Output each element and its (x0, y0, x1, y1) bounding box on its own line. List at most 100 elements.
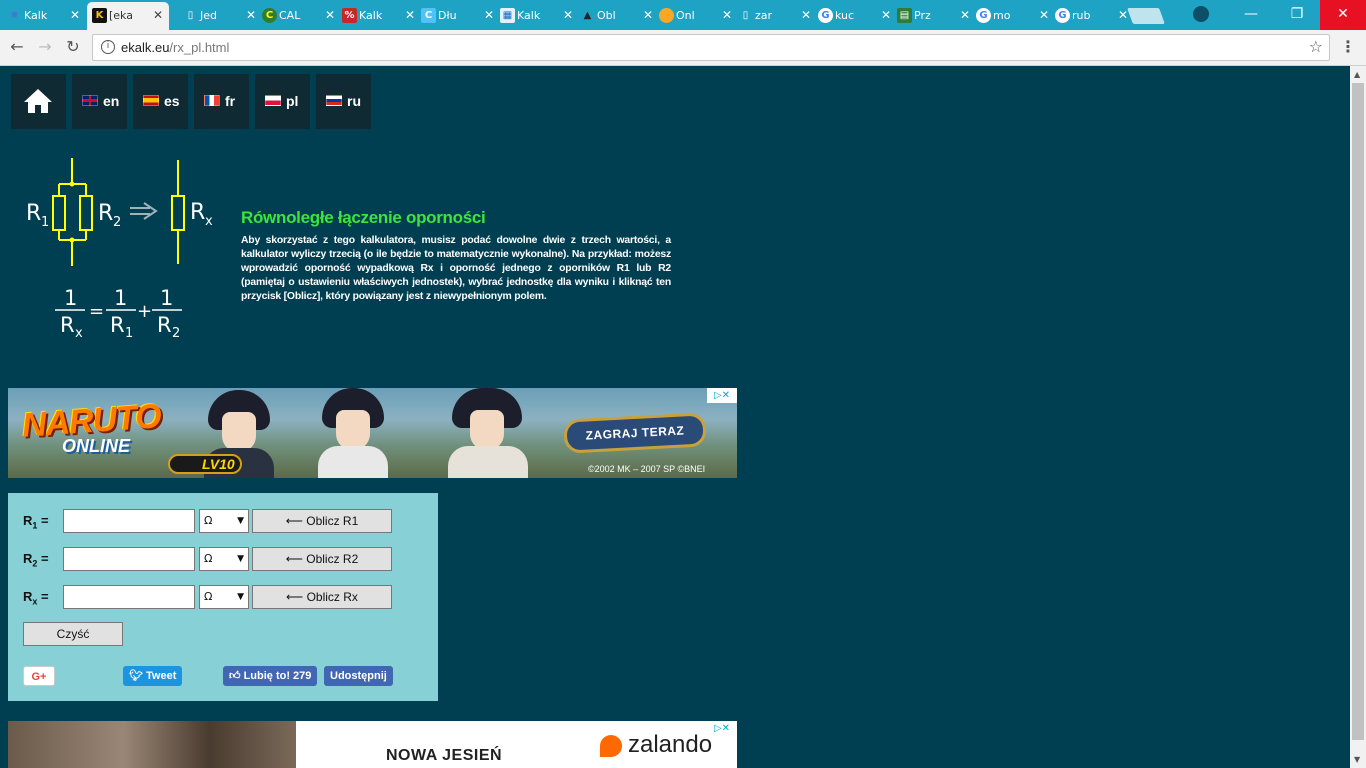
tweet-button[interactable]: 🐦︎ Tweet (123, 666, 183, 686)
dropdown-arrow-icon: ▼ (237, 592, 244, 602)
close-icon[interactable]: ✕ (960, 8, 970, 22)
calc-r2-button[interactable]: ⟵ Oblicz R2 (252, 547, 392, 571)
close-icon[interactable]: ✕ (1039, 8, 1049, 22)
menu-dots-icon[interactable]: ⋮ (1340, 38, 1356, 58)
scroll-up-icon[interactable]: ▲ (1354, 70, 1360, 79)
poland-flag-icon (265, 95, 281, 106)
close-icon[interactable]: ✕ (325, 8, 335, 22)
close-icon[interactable]: ✕ (405, 8, 415, 22)
home-button[interactable] (11, 74, 66, 129)
close-icon[interactable]: ✕ (881, 8, 891, 22)
calc-rx-button[interactable]: ⟵ Oblicz Rx (252, 585, 392, 609)
lang-code: fr (225, 93, 236, 109)
r1-input[interactable] (63, 509, 195, 533)
r2-unit-select[interactable]: Ω ▼ (199, 547, 249, 571)
restore-button[interactable]: ❐ (1274, 0, 1320, 30)
facebook-share-button[interactable]: Udostępnij (324, 666, 393, 686)
close-window-button[interactable]: ✕ (1320, 0, 1366, 30)
tab-4[interactable]: C CAL ✕ (257, 2, 341, 30)
google-plus-button[interactable]: G+ (23, 666, 55, 686)
row-letter: R (23, 589, 33, 604)
address-bar[interactable]: i ekalk.eu/rx_pl.html ☆ (92, 34, 1330, 61)
c-icon: C (421, 8, 436, 23)
tab-2[interactable]: K [eka ✕ (87, 2, 169, 30)
formula-r2: R (157, 313, 172, 337)
tab-14[interactable]: G rub ✕ (1050, 2, 1134, 30)
formula-rx: R (60, 313, 75, 337)
tab-8[interactable]: ▲ Obl ✕ (575, 2, 659, 30)
rx-label: R (190, 200, 205, 225)
tab-9[interactable]: Onl ✕ (654, 2, 738, 30)
doc-icon: ▯ (742, 10, 749, 21)
r2-input[interactable] (63, 547, 195, 571)
calc-icon: ▦ (500, 8, 515, 23)
close-icon[interactable]: ✕ (643, 8, 653, 22)
scroll-down-icon[interactable]: ▼ (1354, 755, 1360, 764)
tab-title: Kalk (359, 9, 383, 22)
page-scrollbar[interactable]: ▲ ▼ (1350, 66, 1366, 768)
row-letter: R (23, 551, 33, 566)
tab-1[interactable]: ✸ Kalk ✕ (2, 2, 86, 30)
info-icon[interactable]: i (101, 40, 115, 54)
facebook-like-button[interactable]: 👍︎ Lubię to! 279 (223, 666, 318, 686)
r1-unit-select[interactable]: Ω ▼ (199, 509, 249, 533)
tab-7[interactable]: ▦ Kalk ✕ (495, 2, 579, 30)
c-icon: C (262, 8, 277, 23)
r1-row-label: R1 = (23, 513, 49, 531)
tab-title: Obl (597, 9, 616, 22)
ad-banner-naruto[interactable]: NARUTO ONLINE LV10 ZAGRAJ TERAZ ©2002 MK… (8, 388, 737, 478)
scrollbar-thumb[interactable] (1352, 83, 1364, 740)
ad-cta-button[interactable]: ZAGRAJ TERAZ (563, 412, 707, 454)
back-arrow-icon[interactable]: ← (8, 38, 26, 56)
r2-sub: 2 (113, 215, 121, 230)
tab-13[interactable]: G mo ✕ (971, 2, 1055, 30)
adchoices-icon[interactable]: ▷✕ (707, 388, 737, 403)
close-icon[interactable]: ✕ (801, 8, 811, 22)
calc-r1-button[interactable]: ⟵ Oblicz R1 (252, 509, 392, 533)
thumbs-up-icon: 👍︎ (229, 670, 244, 682)
close-icon[interactable]: ✕ (70, 8, 80, 22)
rx-sub: x (205, 214, 213, 229)
tab-11[interactable]: G kuc ✕ (813, 2, 897, 30)
new-tab-button[interactable] (1127, 8, 1165, 24)
close-icon[interactable]: ✕ (563, 8, 573, 22)
dropdown-arrow-icon: ▼ (237, 554, 244, 564)
row-eq: = (37, 551, 49, 566)
google-icon: G (818, 8, 833, 23)
close-icon[interactable]: ✕ (1118, 8, 1128, 22)
tab-5[interactable]: % Kalk ✕ (337, 2, 421, 30)
rx-input[interactable] (63, 585, 195, 609)
formula-r2-sub: 2 (172, 326, 180, 341)
row-eq: = (37, 513, 49, 528)
lang-button-pl[interactable]: pl (255, 74, 310, 129)
ad-banner-zalando[interactable]: NOWA JESIEŃ zalando ▷✕ (8, 721, 737, 768)
tab-title: Kalk (517, 9, 541, 22)
ad-character (448, 388, 528, 478)
r1-sub: 1 (41, 215, 49, 230)
lang-button-en[interactable]: en (72, 74, 127, 129)
lang-button-fr[interactable]: fr (194, 74, 249, 129)
bookmark-star-icon[interactable]: ☆ (1309, 37, 1323, 56)
forward-arrow-icon[interactable]: → (36, 38, 54, 56)
close-icon[interactable]: ✕ (484, 8, 494, 22)
close-icon[interactable]: ✕ (722, 8, 732, 22)
tab-title: Prz (914, 9, 931, 22)
tab-6[interactable]: C Dłu ✕ (416, 2, 500, 30)
tab-3[interactable]: ▯ Jed ✕ (178, 2, 262, 30)
clear-button[interactable]: Czyść (23, 622, 123, 646)
lang-button-ru[interactable]: ru (316, 74, 371, 129)
reload-icon[interactable]: ↻ (64, 38, 82, 56)
adchoices-icon[interactable]: ▷✕ (707, 721, 737, 736)
url-text[interactable]: ekalk.eu/rx_pl.html (121, 40, 229, 55)
sheet-icon: ▤ (897, 8, 912, 23)
close-icon[interactable]: ✕ (246, 8, 256, 22)
minimize-button[interactable]: — (1228, 0, 1274, 30)
lang-button-es[interactable]: es (133, 74, 188, 129)
close-icon[interactable]: ✕ (153, 8, 163, 22)
tab-strip: ✸ Kalk ✕ K [eka ✕ ▯ Jed ✕ C CAL ✕ % Kalk… (0, 0, 1366, 30)
rx-unit-select[interactable]: Ω ▼ (199, 585, 249, 609)
tab-12[interactable]: ▤ Prz ✕ (892, 2, 976, 30)
ad-character (318, 388, 388, 478)
profile-icon[interactable] (1193, 6, 1209, 22)
tab-10[interactable]: ▯ zar ✕ (733, 2, 817, 30)
